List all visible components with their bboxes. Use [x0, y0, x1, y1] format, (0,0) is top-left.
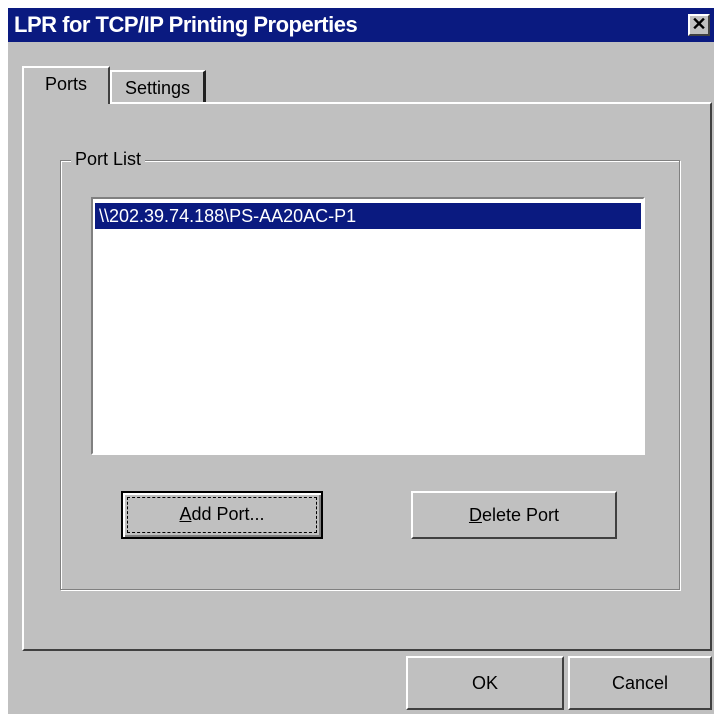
delete-port-mnemonic: D: [468, 505, 482, 525]
add-port-button[interactable]: Add Port...: [121, 491, 323, 539]
tab-ports[interactable]: Ports: [22, 66, 110, 104]
close-button[interactable]: ✕: [688, 14, 710, 36]
ok-button[interactable]: OK: [406, 656, 564, 710]
title-bar[interactable]: LPR for TCP/IP Printing Properties ✕: [8, 8, 714, 42]
ok-label: OK: [471, 673, 498, 693]
tab-settings-label: Settings: [124, 78, 191, 98]
list-item[interactable]: \\202.39.74.188\PS-AA20AC-P1: [95, 203, 641, 229]
port-list-label: Port List: [71, 149, 146, 170]
close-icon: ✕: [691, 14, 707, 34]
delete-port-button[interactable]: Delete Port: [411, 491, 617, 539]
tab-settings[interactable]: Settings: [110, 70, 206, 104]
window-title: LPR for TCP/IP Printing Properties: [14, 12, 358, 37]
tab-panel-ports: Port List \\202.39.74.188\PS-AA20AC-P1 A…: [22, 102, 712, 651]
cancel-label: Cancel: [611, 673, 669, 693]
port-listbox[interactable]: \\202.39.74.188\PS-AA20AC-P1: [91, 197, 645, 455]
delete-port-label: elete Port: [481, 505, 560, 525]
cancel-button[interactable]: Cancel: [568, 656, 712, 710]
focus-rectangle: [127, 497, 317, 533]
properties-dialog: LPR for TCP/IP Printing Properties ✕ Por…: [8, 8, 714, 714]
tab-ports-label: Ports: [44, 74, 87, 94]
port-list-group: Port List \\202.39.74.188\PS-AA20AC-P1 A…: [60, 149, 680, 590]
